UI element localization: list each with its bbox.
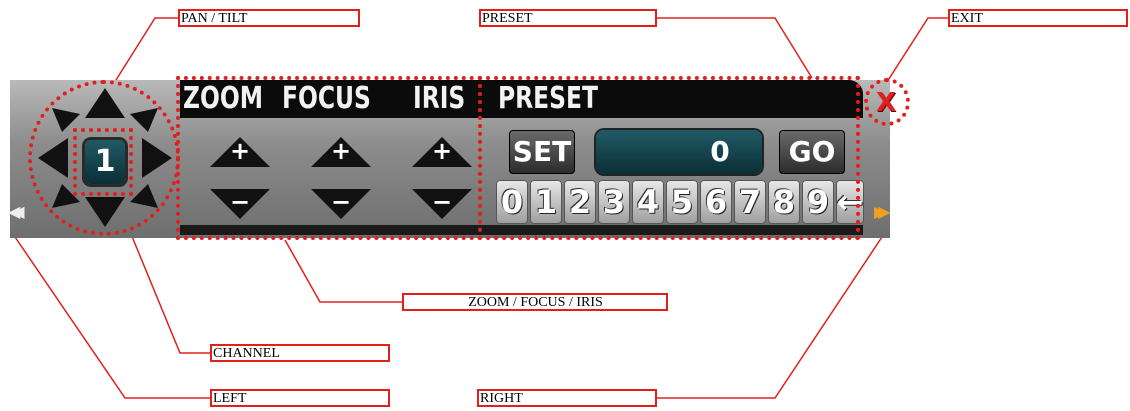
zoom-focus-iris-highlight — [176, 76, 482, 240]
right-page-icon[interactable]: ▶▶ — [874, 198, 904, 226]
preset-highlight — [478, 76, 860, 240]
callout-right: RIGHT — [477, 389, 657, 407]
callout-preset: PRESET — [479, 9, 657, 27]
callout-exit: EXIT — [948, 9, 1128, 27]
callout-zoom-focus-iris: ZOOM / FOCUS / IRIS — [402, 293, 668, 311]
callout-left: LEFT — [210, 389, 390, 407]
exit-highlight — [864, 78, 910, 126]
left-page-icon[interactable]: ◀◀ — [8, 198, 38, 226]
channel-highlight — [73, 128, 133, 196]
callout-channel: CHANNEL — [210, 344, 390, 362]
callout-pan-tilt: PAN / TILT — [178, 9, 360, 27]
